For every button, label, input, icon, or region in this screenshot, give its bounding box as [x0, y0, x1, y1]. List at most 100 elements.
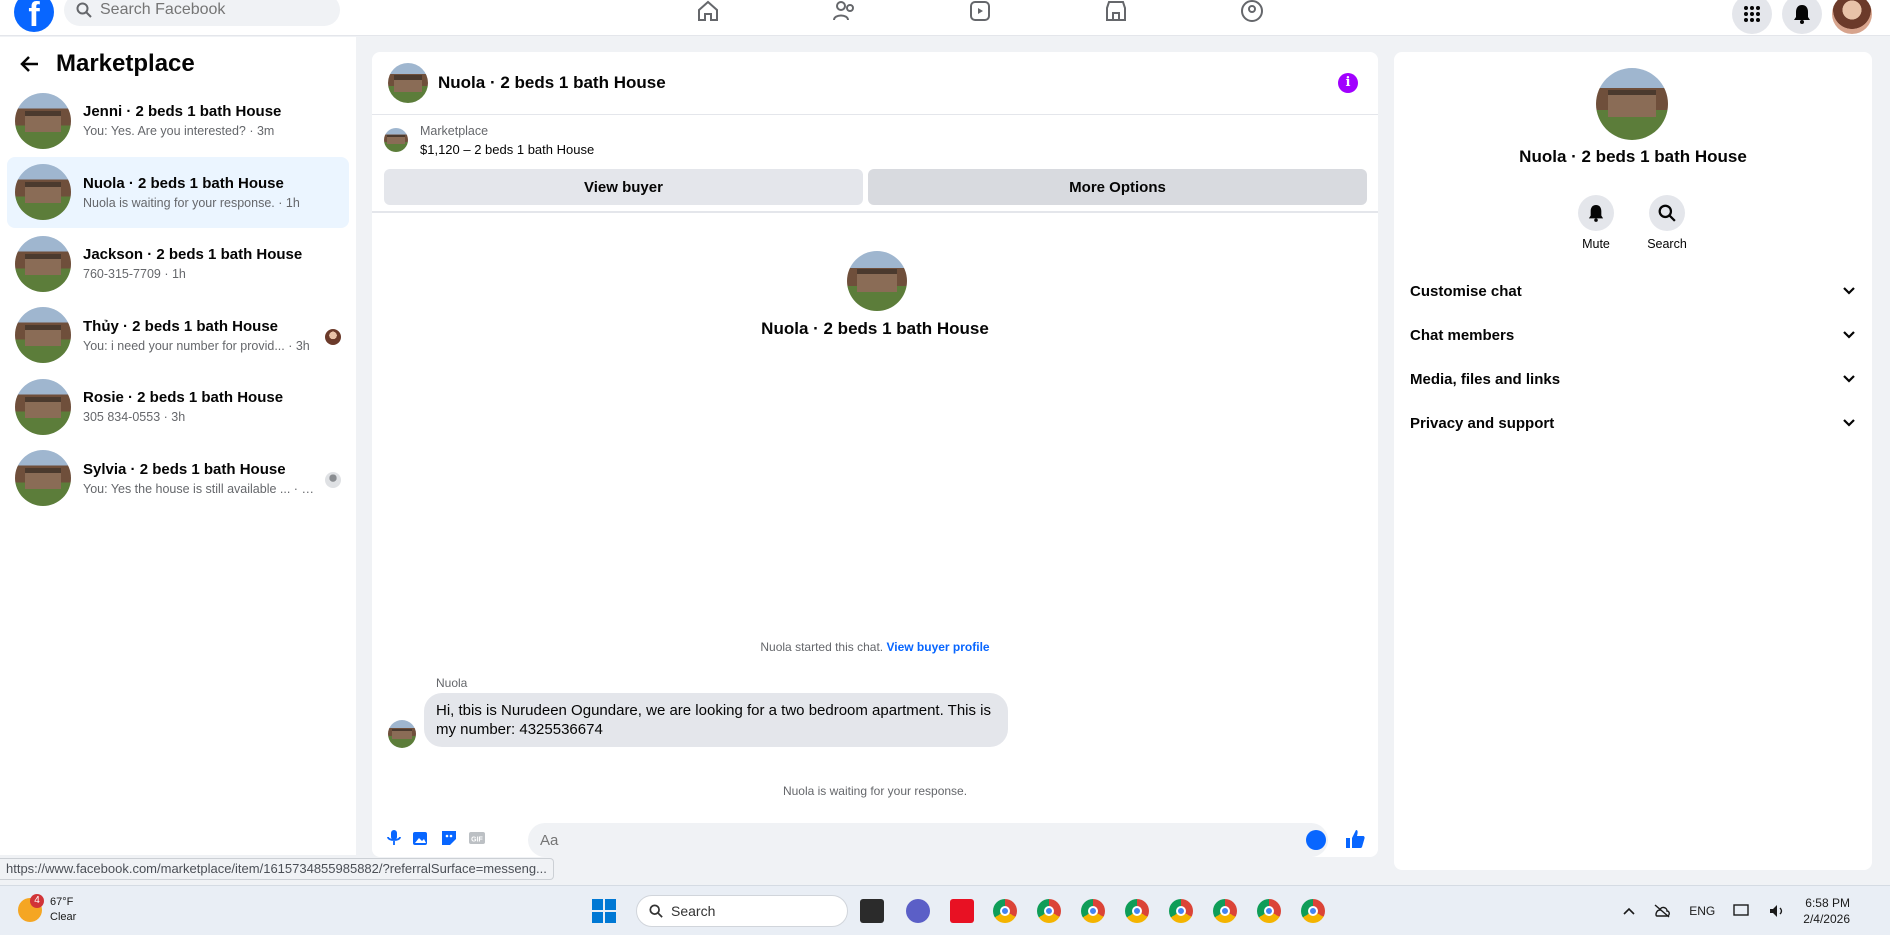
search-icon [76, 2, 92, 18]
chrome-profile-icon[interactable] [1125, 899, 1149, 923]
volume-icon[interactable] [1769, 904, 1785, 918]
language-indicator[interactable]: ENG [1689, 904, 1715, 918]
message-thread: Nuola · 2 beds 1 bath House Nuola starte… [372, 215, 1378, 798]
chat-title: Jenni · 2 beds 1 bath House [83, 103, 282, 121]
nav-video[interactable] [912, 0, 1048, 22]
chat-item-sylvia[interactable]: Sylvia · 2 beds 1 bath House You: Yes th… [7, 443, 349, 515]
weather-widget[interactable]: 4 67°F Clear [18, 894, 76, 925]
house-thumbnail [15, 92, 71, 149]
chat-item-jenni[interactable]: Jenni · 2 beds 1 bath House You: Yes. Ar… [7, 85, 349, 157]
section-label: Chat members [1410, 326, 1515, 344]
thread-intro-avatar [847, 251, 907, 311]
nav-marketplace[interactable] [1048, 0, 1184, 22]
house-thumbnail [15, 378, 71, 435]
thumbs-up-icon[interactable] [1344, 828, 1366, 850]
start-button[interactable] [592, 899, 616, 923]
search-icon [649, 904, 663, 918]
listing-thumbnail[interactable] [384, 128, 408, 152]
chat-details-panel: Nuola · 2 beds 1 bath House Mute Search … [1394, 52, 1872, 870]
chrome-icon[interactable] [993, 899, 1017, 923]
privacy-support-section[interactable]: Privacy and support [1410, 405, 1856, 441]
microphone-icon[interactable] [385, 829, 403, 847]
chat-item-rosie[interactable]: Rosie · 2 beds 1 bath House 305 834-0553… [7, 371, 349, 443]
sticker-icon[interactable] [440, 829, 458, 847]
notifications-button[interactable] [1782, 0, 1822, 34]
emoji-icon[interactable] [1306, 830, 1326, 850]
conversation-avatar[interactable] [388, 63, 428, 103]
chevron-up-icon[interactable] [1623, 907, 1635, 915]
read-receipt-avatar [325, 328, 341, 345]
system-tray: ENG 6:58 PM 2/4/2026 [1623, 895, 1850, 927]
chat-title: Nuola · 2 beds 1 bath House [83, 174, 284, 192]
teams-icon[interactable] [906, 899, 930, 923]
photo-icon[interactable] [412, 829, 430, 847]
chat-preview: Nuola is waiting for your response. · 1h [83, 195, 300, 210]
system-clock[interactable]: 6:58 PM 2/4/2026 [1803, 895, 1850, 927]
nav-home[interactable] [640, 0, 776, 22]
conversation-header: Nuola · 2 beds 1 bath House i [372, 52, 1378, 115]
house-thumbnail [15, 164, 71, 221]
view-buyer-profile-link[interactable]: View buyer profile [886, 640, 989, 654]
mute-button[interactable]: Mute [1566, 195, 1626, 251]
search-in-conversation-button[interactable]: Search [1637, 195, 1697, 251]
section-label: Privacy and support [1410, 414, 1555, 432]
facebook-search[interactable] [64, 0, 340, 26]
chrome-profile-icon[interactable] [1257, 899, 1281, 923]
chat-item-jackson[interactable]: Jackson · 2 beds 1 bath House 760-315-77… [7, 228, 349, 300]
chevron-down-icon [1843, 375, 1855, 383]
svg-text:GIF: GIF [471, 837, 483, 844]
more-options-button[interactable]: More Options [868, 169, 1367, 205]
section-label: Customise chat [1410, 282, 1522, 300]
chat-preview: 760-315-7709 · 1h [83, 267, 186, 282]
gif-icon[interactable]: GIF [468, 829, 486, 847]
chat-title: Rosie · 2 beds 1 bath House [83, 389, 284, 407]
chat-members-section[interactable]: Chat members [1410, 317, 1856, 353]
message-composer: GIF [372, 820, 1378, 857]
snipping-tool-icon[interactable] [950, 899, 974, 923]
info-icon[interactable]: i [1338, 73, 1358, 93]
nav-friends[interactable] [776, 0, 912, 22]
details-name: Nuola · 2 beds 1 bath House [1519, 147, 1747, 166]
details-avatar[interactable] [1596, 68, 1668, 140]
chat-item-nuola[interactable]: Nuola · 2 beds 1 bath House Nuola is wai… [7, 156, 349, 228]
listing-banner: Marketplace $1,120 – 2 beds 1 bath House… [372, 115, 1378, 213]
chat-title: Jackson · 2 beds 1 bath House [83, 246, 303, 264]
search-label: Search [1647, 237, 1687, 251]
sender-avatar[interactable] [388, 720, 416, 748]
chrome-profile-icon[interactable] [1213, 899, 1237, 923]
menu-button[interactable] [1732, 0, 1772, 34]
moon-icon: 4 [18, 894, 44, 922]
section-label: Media, files and links [1410, 370, 1561, 388]
bell-icon [1794, 5, 1810, 24]
customise-chat-section[interactable]: Customise chat [1410, 273, 1856, 309]
search-icon [1658, 204, 1676, 222]
profile-avatar[interactable] [1832, 0, 1872, 34]
conversation-panel: Nuola · 2 beds 1 bath House i Marketplac… [372, 52, 1378, 857]
mute-label: Mute [1582, 237, 1610, 251]
chrome-profile-icon[interactable] [1081, 899, 1105, 923]
chat-preview: You: Yes the house is still available ..… [83, 481, 315, 496]
media-files-links-section[interactable]: Media, files and links [1410, 361, 1856, 397]
facebook-logo[interactable]: f [14, 0, 54, 34]
chat-item-thuy[interactable]: Thủy · 2 beds 1 bath House You: i need y… [7, 300, 349, 372]
conversation-title[interactable]: Nuola · 2 beds 1 bath House [438, 73, 666, 93]
chevron-down-icon [1843, 419, 1855, 427]
chrome-profile-icon[interactable] [1037, 899, 1061, 923]
video-icon [970, 1, 990, 21]
nav-groups[interactable] [1184, 0, 1320, 22]
chat-preview: You: Yes. Are you interested? · 3m [83, 124, 275, 139]
network-icon[interactable] [1733, 904, 1751, 918]
cloud-offline-icon[interactable] [1653, 904, 1671, 918]
facebook-search-input[interactable] [100, 1, 320, 19]
chrome-profile-icon[interactable] [1301, 899, 1325, 923]
task-view-icon[interactable] [860, 899, 884, 923]
view-buyer-button[interactable]: View buyer [384, 169, 863, 205]
back-arrow-icon[interactable] [20, 55, 40, 73]
message-input[interactable] [528, 823, 1328, 857]
listing-price[interactable]: $1,120 – 2 beds 1 bath House [420, 142, 594, 157]
taskbar-search[interactable]: Search [636, 895, 848, 927]
chevron-down-icon [1843, 287, 1855, 295]
chrome-profile-icon[interactable] [1169, 899, 1193, 923]
temperature: 67°F [50, 896, 74, 908]
link-status-url: https://www.facebook.com/marketplace/ite… [0, 858, 554, 880]
